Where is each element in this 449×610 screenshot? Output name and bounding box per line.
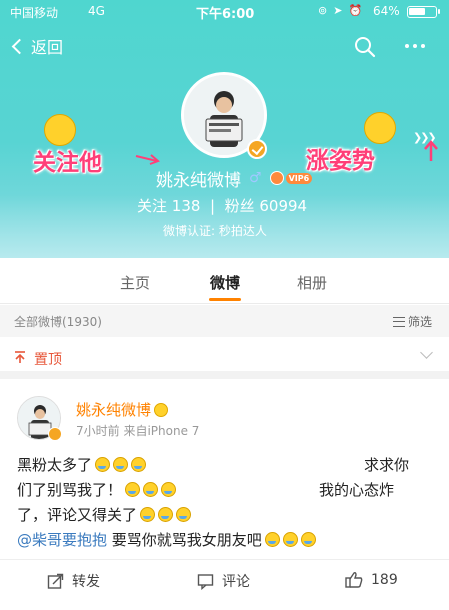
- tab-weibo[interactable]: 微博: [210, 272, 240, 293]
- mention-link[interactable]: @柴哥要抱抱: [17, 529, 107, 550]
- battery-icon: [407, 6, 440, 18]
- post-text: 我的心态炸: [319, 481, 395, 499]
- crying-emoji-icon: [143, 482, 159, 497]
- crying-emoji-icon: [95, 457, 111, 472]
- post-text-line-3: 了，评论又得关了: [17, 504, 192, 525]
- pin-top-icon: [15, 351, 25, 363]
- certification-text: 微博认证: 秒拍达人: [163, 224, 267, 238]
- profile-tabs: 主页 微博 相册: [0, 258, 449, 304]
- pinned-label: 置顶: [34, 352, 62, 368]
- network-type: 4G: [88, 4, 105, 18]
- feed-filter-bar: 全部微博(1930) 筛选: [0, 305, 449, 337]
- location-icon: ➤: [333, 4, 349, 17]
- pinned-row[interactable]: 置顶: [0, 337, 449, 379]
- post-text-line-4: @柴哥要抱抱 要骂你就骂我女朋友吧: [17, 529, 316, 550]
- active-tab-indicator: [209, 298, 241, 301]
- crying-emoji-icon: [300, 532, 316, 547]
- crying-emoji-icon: [125, 482, 141, 497]
- vip-badge[interactable]: VIP6: [285, 172, 313, 184]
- post-verified-badge: [48, 427, 62, 441]
- post-source: 来自iPhone 7: [123, 424, 200, 438]
- tab-album[interactable]: 相册: [297, 272, 327, 293]
- repost-icon: [47, 573, 64, 589]
- male-icon: ♂: [249, 170, 262, 186]
- orientation-lock-icon: ⊚: [318, 4, 334, 17]
- crying-emoji-icon: [158, 507, 174, 522]
- status-icons: ⊚➤⏰: [318, 4, 368, 17]
- followers-count[interactable]: 60994: [259, 197, 307, 215]
- post-text: 们了别骂我了！: [17, 481, 123, 499]
- search-icon[interactable]: [354, 36, 376, 58]
- filter-icon: [393, 316, 405, 327]
- crying-emoji-icon: [113, 457, 129, 472]
- filter-label: 筛选: [408, 315, 433, 329]
- profile-name-row: 姚永纯微博 ♂ VIP6: [156, 167, 313, 191]
- monocle-emoji-icon: [364, 112, 396, 144]
- following-count[interactable]: 138: [172, 197, 201, 215]
- emoji-badge-icon: [154, 402, 169, 417]
- tab-home[interactable]: 主页: [120, 272, 150, 293]
- post-text: 黑粉太多了: [17, 456, 93, 474]
- post-text: 求求你: [364, 456, 410, 474]
- annotation-learn: 涨姿势: [306, 148, 375, 174]
- filter-button[interactable]: 筛选: [393, 313, 432, 330]
- repost-label: 转发: [72, 574, 100, 590]
- alarm-icon: ⏰: [348, 4, 369, 17]
- more-icon[interactable]: [405, 44, 425, 48]
- arrow-right-icon: [135, 154, 160, 165]
- post-text-line-2: 们了别骂我了！ 我的心态炸: [17, 479, 394, 500]
- comment-icon: [197, 573, 214, 590]
- post-time: 7小时前: [76, 424, 120, 438]
- profile-stats: 关注 138 | 粉丝 60994: [137, 197, 308, 215]
- post-text-line-1: 黑粉太多了 求求你: [17, 454, 409, 475]
- followers-label[interactable]: 粉丝: [225, 197, 255, 215]
- post-meta: 7小时前 来自iPhone 7: [76, 422, 199, 439]
- post-author[interactable]: 姚永纯微博: [76, 399, 151, 420]
- crying-emoji-icon: [176, 507, 192, 522]
- post-text: 了，评论又得关了: [17, 506, 138, 524]
- clock-time: 下午6:00: [196, 7, 255, 22]
- weibo-post: 姚永纯微博 7小时前 来自iPhone 7 黑粉太多了 求求你 们了别骂我了！ …: [0, 387, 449, 559]
- crying-emoji-icon: [282, 532, 298, 547]
- crying-emoji-icon: [131, 457, 147, 472]
- repost-button[interactable]: 转发: [47, 571, 100, 591]
- battery-fill: [409, 8, 425, 15]
- battery-percentage: 64%: [373, 4, 400, 18]
- back-label: 返回: [31, 38, 64, 57]
- comment-label: 评论: [222, 574, 250, 590]
- crying-emoji-icon: [161, 482, 177, 497]
- profile-header: 中国移动 4G 下午6:00 ⊚➤⏰ 64% 返回 关注他 涨姿势 ❯❯❯ 姚永…: [0, 0, 449, 258]
- like-button[interactable]: 189: [345, 571, 398, 588]
- back-button[interactable]: 返回: [10, 34, 63, 58]
- all-weibo-count[interactable]: 全部微博(1930): [14, 313, 102, 330]
- post-text: 要骂你就骂我女朋友吧: [107, 531, 262, 549]
- carrier-name: 中国移动: [10, 6, 59, 20]
- status-bar: 中国移动 4G 下午6:00 ⊚➤⏰ 64%: [0, 0, 449, 24]
- following-label[interactable]: 关注: [137, 197, 167, 215]
- post-actions: 转发 评论 189: [0, 559, 449, 601]
- profile-name: 姚永纯微博: [156, 170, 241, 191]
- chevron-left-icon: [11, 38, 28, 54]
- annotation-follow: 关注他: [33, 150, 102, 176]
- thumbs-up-icon: [345, 572, 363, 588]
- crying-emoji-icon: [264, 532, 280, 547]
- vip-crown-icon: [269, 171, 284, 185]
- like-count: 189: [371, 571, 398, 588]
- comment-button[interactable]: 评论: [197, 571, 250, 591]
- crying-emoji-icon: [140, 507, 156, 522]
- arrow-up-icon: [424, 140, 438, 161]
- chevron-down-icon[interactable]: [420, 346, 433, 359]
- post-author-row: 姚永纯微博: [76, 399, 169, 420]
- tongue-emoji-icon: [44, 114, 76, 146]
- verified-badge: [247, 139, 267, 159]
